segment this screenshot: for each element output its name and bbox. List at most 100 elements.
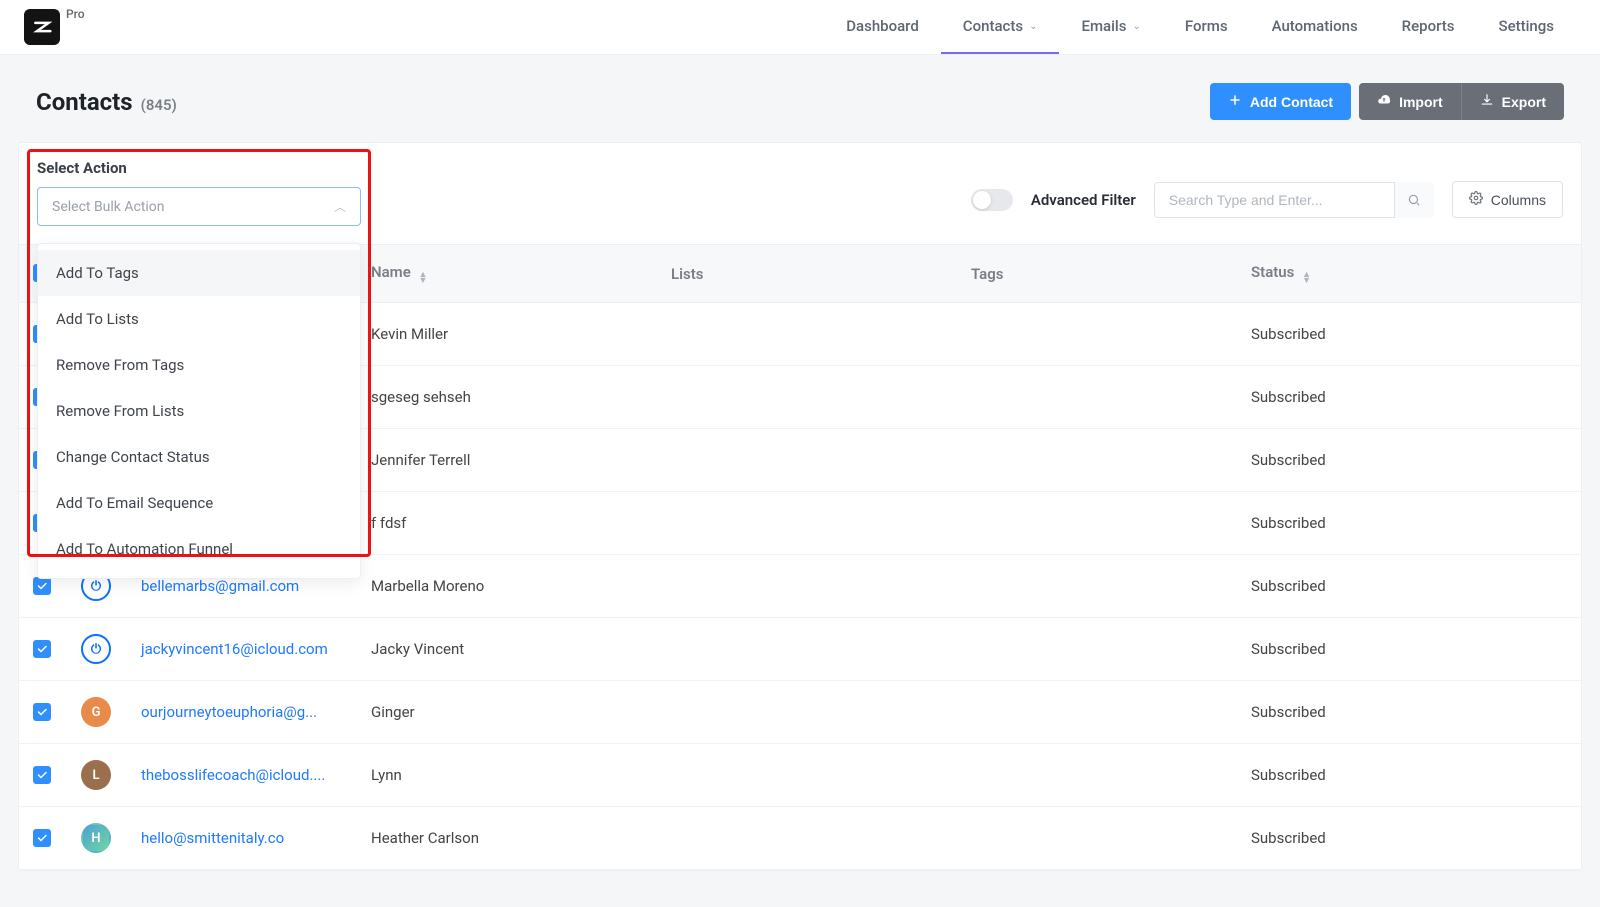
bulk-action-dropdown: Add To TagsAdd To ListsRemove From TagsR…	[37, 243, 361, 579]
bulk-action-option[interactable]: Add To Lists	[38, 296, 360, 342]
col-head-status[interactable]: Status ▲▼	[1237, 245, 1581, 303]
contact-email-link[interactable]: bellemarbs@gmail.com	[141, 577, 299, 595]
contacts-count: (845)	[141, 96, 177, 114]
contact-tags	[957, 744, 1237, 807]
contact-email-link[interactable]: thebosslifecoach@icloud....	[141, 766, 325, 784]
contact-status: Subscribed	[1237, 618, 1581, 681]
nav-item-label: Emails	[1081, 17, 1126, 35]
nav-item-dashboard[interactable]: Dashboard	[824, 0, 941, 54]
contact-email-link[interactable]: hello@smittenitaly.co	[141, 829, 284, 847]
search-icon[interactable]	[1394, 182, 1434, 218]
sort-icon: ▲▼	[1302, 272, 1311, 284]
contact-name: f fdsf	[357, 492, 657, 555]
col-head-tags: Tags	[957, 245, 1237, 303]
contact-name: Ginger	[357, 681, 657, 744]
contact-status: Subscribed	[1237, 807, 1581, 870]
add-contact-button[interactable]: Add Contact	[1210, 83, 1351, 120]
nav-item-emails[interactable]: Emails ⌄	[1059, 0, 1162, 54]
bulk-action-option[interactable]: Add To Email Sequence	[38, 480, 360, 526]
toolbar-right: Advanced Filter Columns	[971, 159, 1563, 218]
page-header: Contacts (845) Add Contact Import Export	[0, 55, 1600, 142]
table-row: Lthebosslifecoach@icloud....LynnSubscrib…	[19, 744, 1581, 807]
contact-name: Jennifer Terrell	[357, 429, 657, 492]
row-checkbox[interactable]	[33, 829, 51, 847]
add-contact-label: Add Contact	[1250, 94, 1333, 110]
nav-item-reports[interactable]: Reports	[1380, 0, 1477, 54]
contact-name: Marbella Moreno	[357, 555, 657, 618]
contact-lists	[657, 429, 957, 492]
page-title-text: Contacts	[36, 88, 133, 116]
col-head-lists: Lists	[657, 245, 957, 303]
import-button[interactable]: Import	[1359, 83, 1461, 120]
bulk-action-option[interactable]: Add To Automation Funnel	[38, 526, 360, 572]
contact-status: Subscribed	[1237, 492, 1581, 555]
col-head-tags-label: Tags	[971, 265, 1004, 283]
columns-button[interactable]: Columns	[1452, 181, 1563, 218]
bulk-action-label: Select Action	[37, 159, 361, 177]
nav-item-settings[interactable]: Settings	[1476, 0, 1576, 54]
row-checkbox[interactable]	[33, 766, 51, 784]
search-wrap	[1154, 182, 1434, 218]
table-row: Hhello@smittenitaly.co Heather Carlson Sub…	[19, 807, 1581, 870]
export-button[interactable]: Export	[1461, 83, 1564, 120]
contact-email-link[interactable]: ourjourneytoeuphoria@g...	[141, 703, 317, 721]
col-head-name-label: Name	[371, 263, 411, 281]
nav-item-automations[interactable]: Automations	[1250, 0, 1380, 54]
avatar: L	[81, 760, 111, 790]
bulk-action-option[interactable]: Remove From Lists	[38, 388, 360, 434]
contacts-card: Select Action Select Bulk Action ︿ Add T…	[18, 142, 1582, 871]
bulk-action-option[interactable]: Remove From Tags	[38, 342, 360, 388]
nav-item-label: Automations	[1272, 17, 1358, 35]
columns-label: Columns	[1491, 192, 1546, 208]
toolbar: Select Action Select Bulk Action ︿ Add T…	[19, 143, 1581, 244]
contact-status: Subscribed	[1237, 303, 1581, 366]
contact-status: Subscribed	[1237, 681, 1581, 744]
nav-item-contacts[interactable]: Contacts ⌄	[941, 0, 1060, 54]
advanced-filter-toggle[interactable]	[971, 189, 1013, 211]
contact-name: Kevin Miller	[357, 303, 657, 366]
bulk-action-option[interactable]: Change Contact Status	[38, 434, 360, 480]
chevron-down-icon: ⌄	[1029, 21, 1037, 32]
contact-lists	[657, 618, 957, 681]
contact-tags	[957, 618, 1237, 681]
avatar: ⏻	[81, 634, 111, 664]
contact-lists	[657, 555, 957, 618]
page-title: Contacts (845)	[36, 88, 177, 116]
contact-tags	[957, 429, 1237, 492]
contact-lists	[657, 366, 957, 429]
contact-tags	[957, 303, 1237, 366]
upload-cloud-icon	[1377, 93, 1391, 110]
brand: Pro	[24, 9, 85, 45]
nav-item-label: Settings	[1498, 17, 1554, 35]
contact-status: Subscribed	[1237, 429, 1581, 492]
search-input[interactable]	[1154, 182, 1434, 218]
bulk-action-select[interactable]: Select Bulk Action ︿	[37, 187, 361, 226]
gear-icon	[1469, 191, 1483, 208]
plus-icon	[1228, 93, 1242, 110]
contact-tags	[957, 366, 1237, 429]
row-checkbox[interactable]	[33, 640, 51, 658]
chevron-down-icon: ⌄	[1132, 21, 1140, 32]
contact-lists	[657, 681, 957, 744]
contact-email-link[interactable]: jackyvincent16@icloud.com	[141, 640, 328, 658]
contact-lists	[657, 303, 957, 366]
contact-name: Jacky Vincent	[357, 618, 657, 681]
import-label: Import	[1399, 94, 1443, 110]
col-head-lists-label: Lists	[671, 265, 703, 283]
contact-name: Heather Carlson	[357, 807, 657, 870]
contact-name: Lynn	[357, 744, 657, 807]
row-checkbox[interactable]	[33, 703, 51, 721]
contact-lists	[657, 492, 957, 555]
col-head-name[interactable]: Name ▲▼	[357, 245, 657, 303]
top-nav: Pro Dashboard Contacts ⌄ Emails ⌄ Forms Automa…	[0, 0, 1600, 55]
nav-item-label: Forms	[1185, 17, 1228, 35]
nav-item-forms[interactable]: Forms	[1163, 0, 1250, 54]
contact-tags	[957, 555, 1237, 618]
export-label: Export	[1502, 94, 1546, 110]
nav-item-label: Dashboard	[846, 17, 919, 35]
avatar: H	[81, 823, 111, 853]
bulk-action-option[interactable]: Add To Tags	[38, 250, 360, 296]
row-checkbox[interactable]	[33, 577, 51, 595]
nav-item-label: Contacts	[963, 17, 1023, 35]
download-icon	[1480, 93, 1494, 110]
